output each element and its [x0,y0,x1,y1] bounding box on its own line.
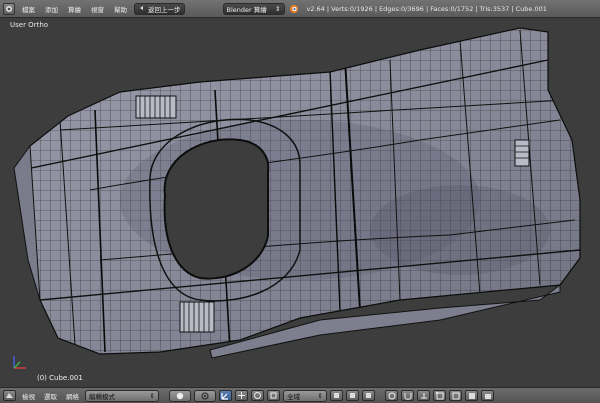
menu-render[interactable]: 算繪 [65,4,84,14]
3d-view-header: 檢視 選取 網格 編輯模式 ⇕ 全域 ⇕ [0,387,600,403]
scale-toggle[interactable] [267,390,280,401]
chevron-updown-icon: ⇕ [317,391,323,400]
editor-type-icon[interactable] [3,390,16,401]
proportional-edit-toggle[interactable] [385,390,398,401]
mode-value: 編輯模式 [89,392,115,401]
layer-icon [350,393,355,398]
snap-element-icon [420,392,427,398]
render-engine-value: Blender 算繪 [226,5,267,14]
render-engine-select[interactable]: Blender 算繪 ⇕ [222,2,285,15]
active-object-label: (0) Cube.001 [37,374,83,382]
translate-icon [238,392,245,399]
3d-viewport[interactable]: User Ortho (0) Cube.001 [0,18,600,387]
layer-3-toggle[interactable] [362,390,375,401]
pivot-icon [201,392,209,399]
menu-help[interactable]: 幫助 [111,4,130,14]
layer-icon [334,393,339,398]
rear-vent [179,301,215,333]
vertex-select-toggle[interactable] [433,390,446,401]
menu-view[interactable]: 檢視 [19,391,38,401]
snap-element-select[interactable] [417,390,430,401]
camera-icon [484,393,491,399]
rotate-icon [254,392,261,399]
orientation-select[interactable]: 全域 ⇕ [283,389,327,402]
chevron-updown-icon: ⇕ [149,391,155,400]
proportional-edit-icon [388,392,395,399]
chevron-updown-icon: ⇕ [275,4,281,13]
layer-2-toggle[interactable] [346,390,359,401]
info-header: 檔案 添加 算繪 視窗 幫助 返回上一步 Blender 算繪 ⇕ v2.64 … [0,0,600,18]
magnet-icon [404,392,411,400]
editor-type-icon[interactable] [3,2,15,15]
menu-select[interactable]: 選取 [41,391,60,401]
edge-select-toggle[interactable] [449,390,462,401]
render-preview-button[interactable] [481,390,494,401]
undo-history-button[interactable]: 返回上一步 [134,2,185,15]
menu-add[interactable]: 添加 [42,4,61,14]
pivot-select[interactable] [194,389,216,402]
menu-file[interactable]: 檔案 [19,4,38,14]
axis-gizmo-icon [13,356,26,369]
face-select-icon [468,392,475,399]
undo-label: 返回上一步 [148,5,181,14]
vertex-select-icon [435,391,443,399]
snap-toggle[interactable] [401,390,414,401]
translate-toggle[interactable] [235,390,248,401]
solid-shading-icon [176,392,184,399]
mode-select[interactable]: 編輯模式 ⇕ [85,389,159,402]
menu-mesh[interactable]: 網格 [63,391,82,401]
layer-1-toggle[interactable] [330,390,343,401]
undo-icon [140,5,143,10]
face-select-toggle[interactable] [465,390,478,401]
manipulator-icon [221,393,228,400]
side-vent [514,139,530,167]
edge-select-icon [452,392,459,399]
front-vent [135,95,177,119]
orientation-value: 全域 [287,392,300,401]
manipulator-toggle[interactable] [219,390,232,401]
scene-statistics: v2.64 | Verts:0/1926 | Edges:0/3696 | Fa… [306,4,547,13]
shading-select[interactable] [169,389,191,402]
rotate-toggle[interactable] [251,390,264,401]
menu-window[interactable]: 視窗 [88,4,107,14]
layer-icon [366,393,371,398]
scale-icon [270,392,277,399]
blender-logo-icon [289,4,298,13]
mesh-opening [163,138,270,280]
mesh-wireframe[interactable] [0,18,600,387]
